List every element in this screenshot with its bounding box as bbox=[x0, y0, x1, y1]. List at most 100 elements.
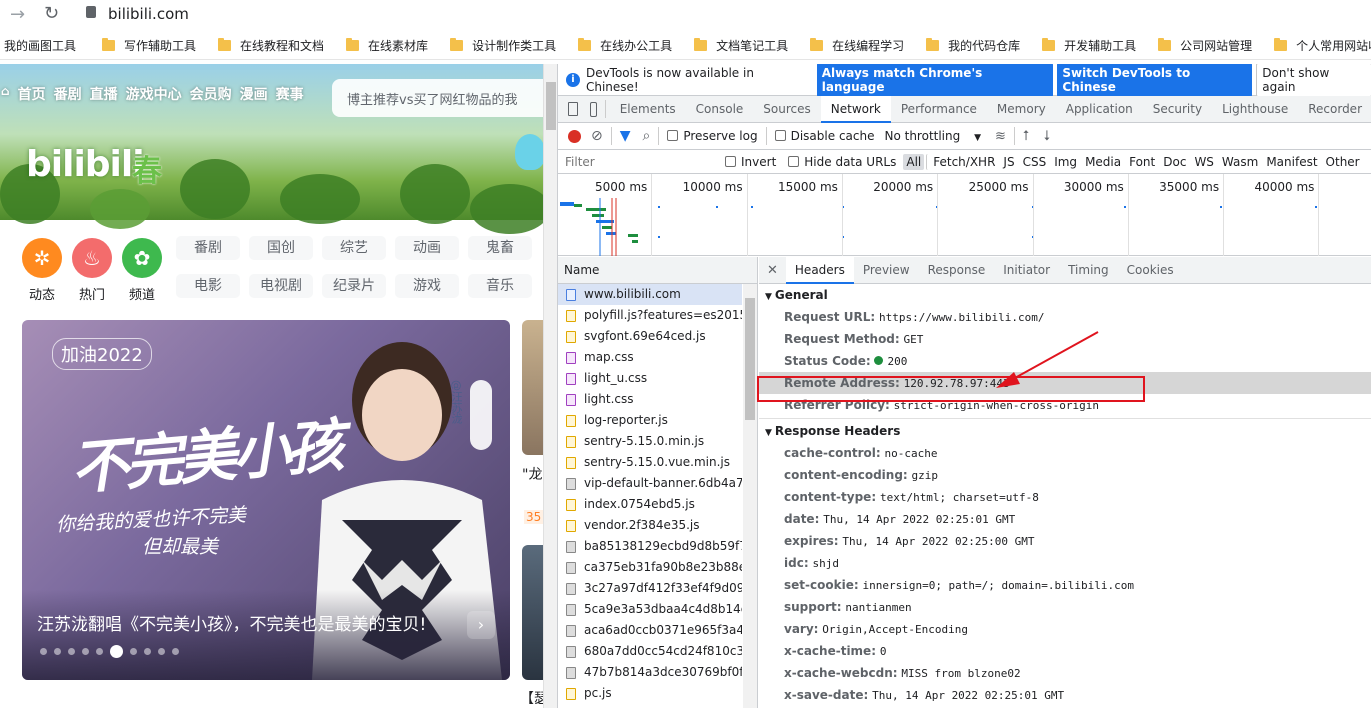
devtools-tab[interactable]: Lighthouse bbox=[1212, 96, 1298, 123]
response-section-header[interactable]: ▼ Response Headers bbox=[759, 420, 1371, 442]
request-row[interactable]: light.css bbox=[558, 389, 742, 410]
devtools-tab[interactable]: Security bbox=[1143, 96, 1212, 123]
bilibili-logo[interactable]: bilibili bbox=[26, 144, 145, 185]
category-button[interactable]: 游戏 bbox=[395, 274, 459, 298]
request-row[interactable]: sentry-5.15.0.vue.min.js bbox=[558, 452, 742, 473]
close-icon[interactable]: ✕ bbox=[759, 263, 786, 278]
quick-link-0[interactable]: ✲ bbox=[22, 238, 62, 278]
type-filter[interactable]: Fetch/XHR bbox=[926, 153, 998, 170]
bookmark-item[interactable]: 在线素材库 bbox=[338, 37, 442, 54]
carousel-next-button[interactable]: › bbox=[467, 611, 495, 639]
search-input[interactable]: 博主推荐vs买了网红物品的我 bbox=[332, 79, 543, 117]
detail-tab[interactable]: Timing bbox=[1059, 257, 1118, 284]
bookmark-item[interactable]: 文档笔记工具 bbox=[686, 37, 802, 54]
match-language-button[interactable]: Always match Chrome's language bbox=[816, 64, 1054, 97]
dont-show-again-button[interactable]: Don't show again bbox=[1256, 64, 1371, 97]
bookmark-item[interactable]: 在线教程和文档 bbox=[210, 37, 338, 54]
category-button[interactable]: 音乐 bbox=[468, 274, 532, 298]
switch-chinese-button[interactable]: Switch DevTools to Chinese bbox=[1057, 64, 1253, 97]
devtools-tab[interactable]: Sources bbox=[753, 96, 820, 123]
category-button[interactable]: 电影 bbox=[176, 274, 240, 298]
request-list-scrollbar[interactable] bbox=[743, 284, 757, 708]
lock-icon[interactable] bbox=[86, 6, 96, 18]
request-row[interactable]: ca375eb31fa90b8e23b88ed34 bbox=[558, 557, 742, 578]
nav-item[interactable]: 会员购 bbox=[189, 84, 233, 104]
category-button[interactable]: 电视剧 bbox=[249, 274, 313, 298]
request-row[interactable]: log-reporter.js bbox=[558, 410, 742, 431]
carousel-dot[interactable] bbox=[82, 648, 89, 655]
category-button[interactable]: 鬼畜 bbox=[468, 236, 532, 260]
request-row[interactable]: sentry-5.15.0.min.js bbox=[558, 431, 742, 452]
request-row[interactable]: 47b7b814a3dce30769bf0fba4 bbox=[558, 662, 742, 683]
throttling-select[interactable]: No throttling ▼ bbox=[884, 129, 981, 143]
type-filter[interactable]: Other bbox=[1323, 154, 1363, 170]
request-row[interactable]: 5ca9e3a53dbaa4c4d8b14cbb bbox=[558, 599, 742, 620]
carousel-dot[interactable] bbox=[40, 648, 47, 655]
devtools-tab[interactable]: Elements bbox=[610, 96, 686, 123]
preserve-log-checkbox[interactable]: Preserve log bbox=[667, 129, 758, 143]
address-bar[interactable]: bilibili.com bbox=[108, 5, 189, 23]
filter-icon[interactable]: ▼ bbox=[620, 128, 631, 144]
invert-checkbox[interactable]: Invert bbox=[725, 155, 776, 169]
request-row[interactable]: vendor.2f384e35.js bbox=[558, 515, 742, 536]
general-section-header[interactable]: ▼ General bbox=[759, 284, 1371, 306]
type-filter[interactable]: Media bbox=[1082, 154, 1124, 170]
devtools-tab[interactable]: Console bbox=[686, 96, 754, 123]
type-filter[interactable]: All bbox=[903, 153, 925, 170]
type-filter[interactable]: JS bbox=[1000, 154, 1017, 170]
carousel-dot[interactable] bbox=[54, 648, 61, 655]
carousel-dot[interactable] bbox=[144, 648, 151, 655]
nav-item[interactable]: 首页 bbox=[17, 84, 47, 104]
carousel-dot[interactable] bbox=[96, 648, 103, 655]
page-scrollbar-thumb[interactable] bbox=[546, 82, 556, 130]
bookmark-item[interactable]: 在线编程学习 bbox=[802, 37, 918, 54]
request-row[interactable]: www.bilibili.com bbox=[558, 284, 742, 305]
category-button[interactable]: 综艺 bbox=[322, 236, 386, 260]
bookmark-item[interactable]: 设计制作类工具 bbox=[442, 37, 570, 54]
bookmark-item[interactable]: 我的代码仓库 bbox=[918, 37, 1034, 54]
download-icon[interactable]: ⭣ bbox=[1044, 128, 1051, 144]
request-row[interactable]: vip-default-banner.6db4a7ed bbox=[558, 473, 742, 494]
carousel-dot[interactable] bbox=[110, 645, 123, 658]
hide-data-urls-checkbox[interactable]: Hide data URLs bbox=[788, 155, 896, 169]
type-filter[interactable]: Manifest bbox=[1263, 154, 1320, 170]
category-button[interactable]: 国创 bbox=[249, 236, 313, 260]
request-row[interactable]: pc.js bbox=[558, 683, 742, 704]
nav-item[interactable]: 赛事 bbox=[275, 84, 305, 104]
filter-input[interactable] bbox=[562, 152, 715, 171]
upload-icon[interactable]: ⭡ bbox=[1023, 128, 1030, 144]
type-filter[interactable]: Doc bbox=[1160, 154, 1189, 170]
devtools-tab[interactable]: Recorder bbox=[1298, 96, 1371, 123]
request-list-scrollbar-thumb[interactable] bbox=[745, 298, 755, 420]
wifi-icon[interactable]: ≋ bbox=[995, 129, 1006, 144]
side-card-2[interactable] bbox=[522, 545, 543, 680]
detail-tab[interactable]: Headers bbox=[785, 256, 854, 284]
devtools-tab[interactable]: Memory bbox=[987, 96, 1056, 123]
nav-item[interactable]: 番剧 bbox=[53, 84, 83, 104]
bookmark-item[interactable]: 在线办公工具 bbox=[570, 37, 686, 54]
request-row[interactable]: aca6ad0ccb0371e965f3a4425 bbox=[558, 620, 742, 641]
type-filter[interactable]: Wasm bbox=[1219, 154, 1261, 170]
category-button[interactable]: 动画 bbox=[395, 236, 459, 260]
category-button[interactable]: 纪录片 bbox=[322, 274, 386, 298]
bookmark-item[interactable]: 写作辅助工具 bbox=[94, 37, 210, 54]
request-row[interactable]: map.css bbox=[558, 347, 742, 368]
search-icon[interactable]: ⌕ bbox=[643, 128, 651, 144]
detail-tab[interactable]: Preview bbox=[854, 257, 919, 284]
clear-icon[interactable]: ⊘ bbox=[591, 128, 603, 144]
type-filter[interactable]: Img bbox=[1051, 154, 1080, 170]
reload-icon[interactable]: ↻ bbox=[44, 3, 59, 24]
bookmark-item[interactable]: 我的画图工具 bbox=[0, 37, 94, 54]
detail-tab[interactable]: Cookies bbox=[1118, 257, 1183, 284]
inspect-icon[interactable] bbox=[568, 102, 578, 116]
request-row[interactable]: light_u.css bbox=[558, 368, 742, 389]
quick-link-1[interactable]: ♨ bbox=[72, 238, 112, 278]
side-card-1[interactable] bbox=[522, 320, 543, 455]
page-scrollbar[interactable] bbox=[543, 64, 557, 708]
detail-tab[interactable]: Initiator bbox=[994, 257, 1059, 284]
bookmark-item[interactable]: 个人常用网站收录 bbox=[1266, 37, 1371, 54]
hero-caption[interactable]: 汪苏泷翻唱《不完美小孩》，不完美也是最美的宝贝! bbox=[37, 610, 426, 635]
disable-cache-checkbox[interactable]: Disable cache bbox=[774, 129, 874, 143]
request-row[interactable]: svgfont.69e64ced.js bbox=[558, 326, 742, 347]
carousel-dot[interactable] bbox=[130, 648, 137, 655]
